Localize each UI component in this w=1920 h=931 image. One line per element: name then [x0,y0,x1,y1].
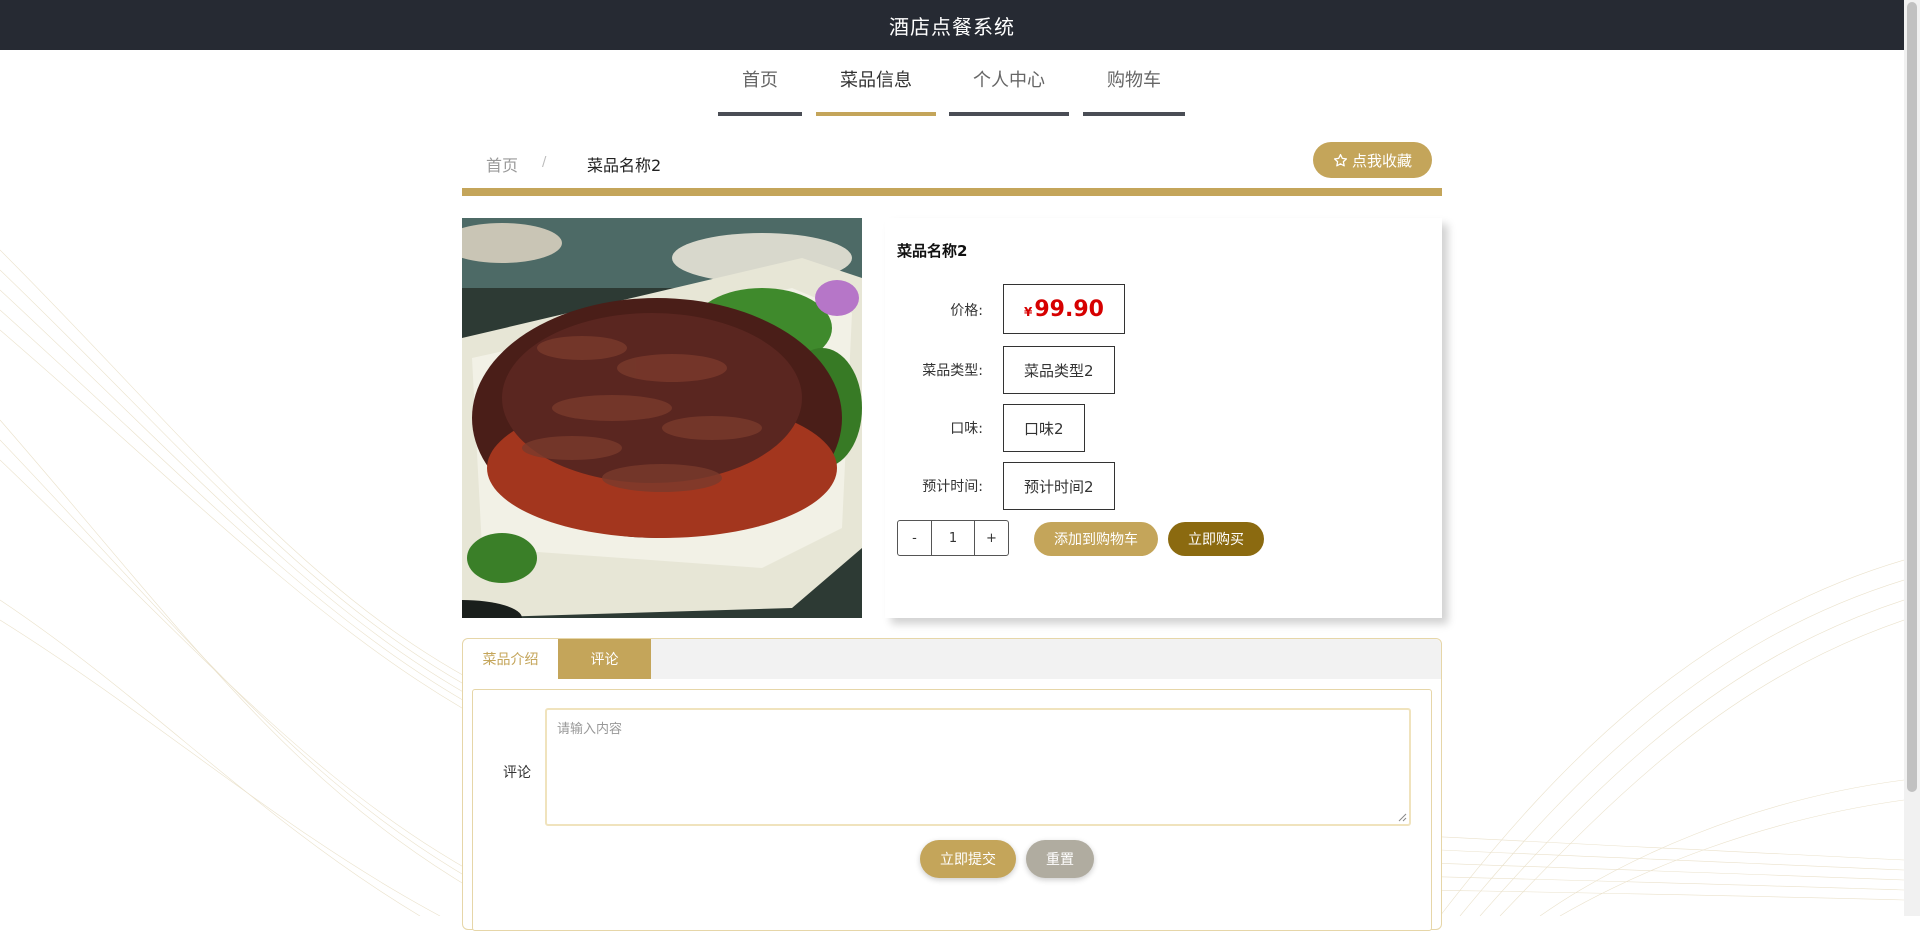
nav-item-cart[interactable]: 购物车 [1083,66,1185,116]
comment-label: 评论 [503,765,531,781]
nav-underline [949,112,1069,116]
flavor-label: 口味: [950,421,983,437]
nav-item-label: 首页 [742,70,778,91]
tab-dish-intro[interactable]: 菜品介绍 [463,639,558,679]
price-value: ¥99.90 [1024,297,1104,322]
comment-form: 评论 请输入内容 立即提交 重置 [472,689,1432,931]
price-box: ¥99.90 [1003,284,1125,334]
add-to-cart-button[interactable]: 添加到购物车 [1034,522,1158,556]
quantity-input[interactable]: 1 [931,521,975,555]
nav-item-home[interactable]: 首页 [718,66,802,116]
detail-tabs: 菜品介绍 评论 评论 请输入内容 立即提交 重置 [462,638,1442,931]
divider-line [462,188,1442,196]
nav-item-label: 购物车 [1107,70,1161,91]
nav-underline [718,112,802,116]
time-box: 预计时间2 [1003,462,1115,510]
type-label: 菜品类型: [922,363,983,379]
app-header: 酒店点餐系统 [0,0,1904,50]
time-label: 预计时间: [922,479,983,495]
favorite-label: 点我收藏 [1351,151,1412,170]
breadcrumb-home[interactable]: 首页 [486,152,518,176]
scrollbar-thumb[interactable] [1907,2,1917,792]
comment-placeholder: 请输入内容 [557,722,623,737]
page-scrollbar[interactable] [1904,0,1920,916]
price-amount: 99.90 [1034,296,1104,322]
type-box: 菜品类型2 [1003,346,1115,394]
breadcrumb-current: 菜品名称2 [587,156,662,175]
nav-item-dish-info[interactable]: 菜品信息 [816,66,936,116]
quantity-minus-button[interactable]: - [898,521,931,555]
dish-image [462,218,862,618]
comment-textarea[interactable]: 请输入内容 [545,708,1411,826]
tabs-header: 菜品介绍 评论 [463,639,1441,679]
nav-item-profile[interactable]: 个人中心 [949,66,1069,116]
currency-symbol: ¥ [1024,304,1033,319]
quantity-plus-button[interactable]: + [975,521,1008,555]
star-outline-icon [1333,153,1348,166]
dish-name: 菜品名称2 [897,242,968,260]
breadcrumb-separator: / [542,155,547,170]
dish-info-card: 菜品名称2 价格: ¥99.90 菜品类型: 菜品类型2 口味: 口味2 预计时… [885,218,1442,618]
buy-now-button[interactable]: 立即购买 [1168,522,1264,556]
app-title: 酒店点餐系统 [889,14,1015,39]
nav-underline-active [816,112,936,116]
page-content: 首页 / 菜品名称2 点我收藏 菜品名称2 价格: ¥99.90 菜品类型: 菜… [0,0,1904,931]
quantity-stepper: - 1 + [897,520,1009,556]
nav-underline [1083,112,1185,116]
nav-item-label: 个人中心 [973,70,1045,91]
submit-button[interactable]: 立即提交 [920,840,1016,878]
nav-item-label: 菜品信息 [840,70,912,91]
resize-grip-icon[interactable] [1397,812,1407,822]
favorite-button[interactable]: 点我收藏 [1312,142,1432,178]
price-label: 价格: [950,303,983,319]
reset-button[interactable]: 重置 [1026,840,1094,878]
main-nav: 首页 菜品信息 个人中心 购物车 [0,50,1904,116]
tab-comments[interactable]: 评论 [558,639,651,679]
flavor-box: 口味2 [1003,404,1085,452]
